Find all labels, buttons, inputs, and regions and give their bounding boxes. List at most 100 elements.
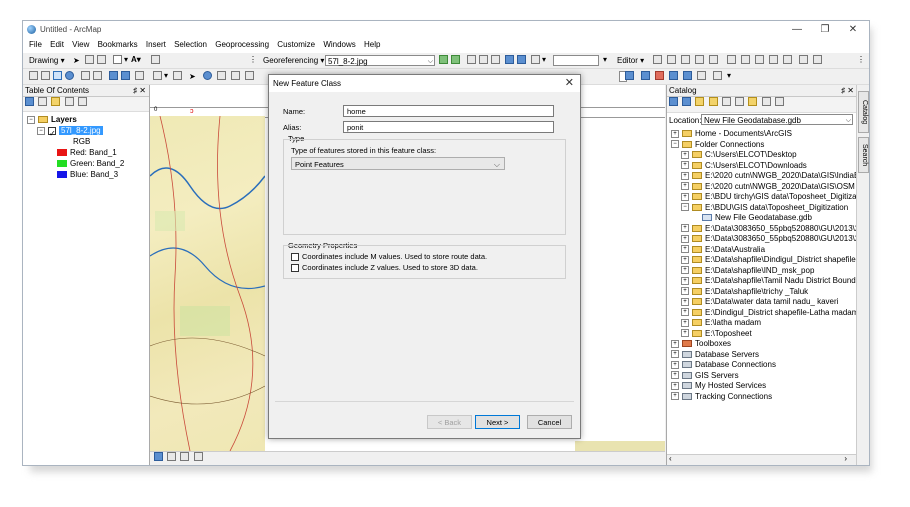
expand-icon[interactable]: + bbox=[671, 381, 679, 390]
sketch-tool-icon[interactable] bbox=[667, 55, 678, 65]
rotate-feature-icon[interactable] bbox=[769, 55, 780, 65]
editor-menu[interactable]: Editor ▾ bbox=[617, 56, 644, 65]
create-features-icon[interactable] bbox=[813, 55, 824, 65]
toc-pin-close[interactable]: ♯ ✕ bbox=[133, 85, 146, 96]
rotate-icon[interactable] bbox=[85, 55, 96, 65]
scale-input[interactable] bbox=[553, 55, 599, 66]
catalog-tree-item[interactable]: + E:\BDU tirchy\GIS data\Toposheet_Digiti… bbox=[667, 192, 857, 203]
endpoint-arc-icon[interactable] bbox=[695, 55, 706, 65]
catalog-tree-item[interactable]: + Database Connections bbox=[667, 360, 857, 371]
add-control-points-icon[interactable] bbox=[439, 55, 450, 65]
select-features-icon[interactable]: ▾ bbox=[153, 71, 168, 81]
go-to-xy-icon[interactable] bbox=[135, 71, 146, 81]
expand-icon[interactable]: + bbox=[681, 192, 689, 201]
expand-icon[interactable]: + bbox=[671, 371, 679, 380]
menu-help[interactable]: Help bbox=[361, 38, 383, 49]
expand-icon[interactable]: + bbox=[681, 297, 689, 306]
arctoolbox-icon[interactable] bbox=[655, 71, 666, 81]
catalog-tree-item[interactable]: + E:\Dindigul_District shapefile-Latha ma… bbox=[667, 308, 857, 319]
catalog-tree-item[interactable]: + E:\Data\3083650_55pbq520880\GU\2013\201 bbox=[667, 234, 857, 245]
catalog-tree-item[interactable]: + E:\Data\shapfile\Dindigul_District shap… bbox=[667, 255, 857, 266]
full-extent-icon[interactable] bbox=[65, 71, 76, 81]
catalog-options-icon[interactable] bbox=[774, 97, 784, 107]
menu-insert[interactable]: Insert bbox=[143, 38, 169, 49]
catalog-tree-item[interactable]: − Folder Connections bbox=[667, 140, 857, 151]
expand-icon[interactable]: + bbox=[671, 129, 679, 138]
layers-dataframe[interactable]: − Layers bbox=[23, 114, 149, 125]
catalog-tree-item[interactable]: + C:\Users\ELCOT\Desktop bbox=[667, 150, 857, 161]
catalog-tree-item[interactable]: New File Geodatabase.gdb bbox=[667, 213, 857, 224]
catalog-tree-item[interactable]: + E:\2020 cutn\NWGB_2020\Data\GIS\IndiaBo… bbox=[667, 171, 857, 182]
scroll-right-icon[interactable]: › bbox=[844, 454, 847, 463]
catalog-tree-item[interactable]: + GIS Servers bbox=[667, 371, 857, 382]
expand-icon[interactable]: + bbox=[681, 266, 689, 275]
catalog-horizontal-scrollbar[interactable]: ‹ › bbox=[667, 454, 857, 465]
list-by-visibility-icon[interactable] bbox=[51, 97, 61, 107]
tab-search[interactable]: Search bbox=[858, 137, 869, 173]
data-view-icon[interactable] bbox=[154, 452, 163, 462]
layout-view-icon[interactable] bbox=[641, 71, 652, 81]
catalog-tree-item[interactable]: + E:\Data\Australia bbox=[667, 245, 857, 256]
expand-icon[interactable]: + bbox=[681, 245, 689, 254]
scroll-left-icon[interactable]: ‹ bbox=[669, 454, 672, 463]
location-select[interactable]: New File Geodatabase.gdb ⌵ bbox=[701, 114, 853, 125]
catalog-pin-close[interactable]: ♯ ✕ bbox=[841, 85, 854, 96]
search-window-icon[interactable] bbox=[683, 71, 694, 81]
z-values-option[interactable]: Coordinates include Z values. Used to st… bbox=[291, 263, 478, 273]
back-extent-icon[interactable] bbox=[109, 71, 120, 81]
expand-icon[interactable]: + bbox=[681, 255, 689, 264]
rectangle-icon[interactable]: ▾ bbox=[113, 55, 128, 65]
home-folder-icon[interactable] bbox=[708, 97, 718, 107]
tab-catalog[interactable]: Catalog bbox=[858, 91, 869, 133]
z-values-checkbox[interactable] bbox=[291, 264, 299, 273]
expand-icon[interactable]: + bbox=[681, 161, 689, 170]
layer-name[interactable]: 57l_8-2.jpg bbox=[59, 126, 103, 135]
menu-geoprocessing[interactable]: Geoprocessing bbox=[212, 38, 272, 49]
python-window-icon[interactable] bbox=[697, 71, 708, 81]
georeferencing-menu[interactable]: Georeferencing ▾ bbox=[263, 56, 324, 65]
expand-icon[interactable]: + bbox=[671, 350, 679, 359]
list-by-drawing-order-icon[interactable] bbox=[25, 97, 34, 107]
fixed-zoom-out-icon[interactable] bbox=[93, 71, 104, 81]
up-folder-icon[interactable] bbox=[695, 97, 705, 107]
catalog-tree-item[interactable]: + E:\latha madam bbox=[667, 318, 857, 329]
list-by-selection-icon[interactable] bbox=[64, 97, 74, 107]
expand-icon[interactable]: + bbox=[681, 234, 689, 243]
expand-icon[interactable]: + bbox=[671, 360, 679, 369]
cut-polygons-icon[interactable] bbox=[741, 55, 752, 65]
clear-selection-icon[interactable] bbox=[173, 71, 184, 81]
name-input[interactable]: home bbox=[343, 105, 554, 117]
magnifier-icon[interactable]: ▾ bbox=[531, 55, 546, 65]
html-popup-icon[interactable] bbox=[231, 71, 242, 81]
measure-icon[interactable] bbox=[245, 71, 256, 81]
trace-icon[interactable] bbox=[709, 55, 720, 65]
catalog-tree-item[interactable]: + E:\Data\water data tamil nadu_ kaveri bbox=[667, 297, 857, 308]
views-icon[interactable] bbox=[735, 97, 745, 107]
pause-drawing-icon[interactable] bbox=[193, 452, 203, 462]
catalog-tree-item[interactable]: + C:\Users\ELCOT\Downloads bbox=[667, 161, 857, 172]
catalog-tree-item[interactable]: + Home - Documents\ArcGIS bbox=[667, 129, 857, 140]
catalog-tree-item[interactable]: + E:\Data\shapfile\Tamil Nadu District Bo… bbox=[667, 276, 857, 287]
menu-windows[interactable]: Windows bbox=[320, 38, 358, 49]
catalog-tree-item[interactable]: + E:\Toposheet bbox=[667, 329, 857, 340]
menu-edit[interactable]: Edit bbox=[47, 38, 67, 49]
expand-icon[interactable]: + bbox=[681, 329, 689, 338]
expand-icon[interactable]: + bbox=[671, 339, 679, 348]
layer-visibility-checkbox[interactable]: ✓ bbox=[48, 126, 56, 138]
expand-icon[interactable]: − bbox=[671, 140, 679, 149]
dialog-close-icon[interactable]: ✕ bbox=[565, 75, 574, 92]
catalog-tree-item[interactable]: + My Hosted Services bbox=[667, 381, 857, 392]
menu-selection[interactable]: Selection bbox=[171, 38, 210, 49]
viewer-icon[interactable] bbox=[517, 55, 528, 65]
select-elements-icon[interactable]: ➤ bbox=[73, 56, 80, 65]
expand-icon[interactable]: + bbox=[681, 308, 689, 317]
catalog-tree-item[interactable]: − E:\BDU\GIS data\Toposheet_Digitization bbox=[667, 203, 857, 214]
toc-options-icon[interactable] bbox=[77, 97, 87, 107]
m-values-option[interactable]: Coordinates include M values. Used to st… bbox=[291, 252, 487, 262]
modelbuilder-icon[interactable] bbox=[713, 71, 724, 81]
select-elements-2-icon[interactable]: ➤ bbox=[189, 72, 196, 81]
zoom-in-icon[interactable] bbox=[29, 71, 40, 81]
sketch-properties-icon[interactable] bbox=[799, 55, 810, 65]
next-button[interactable]: Next > bbox=[475, 415, 520, 429]
layout-view-toggle-icon[interactable] bbox=[167, 452, 177, 462]
